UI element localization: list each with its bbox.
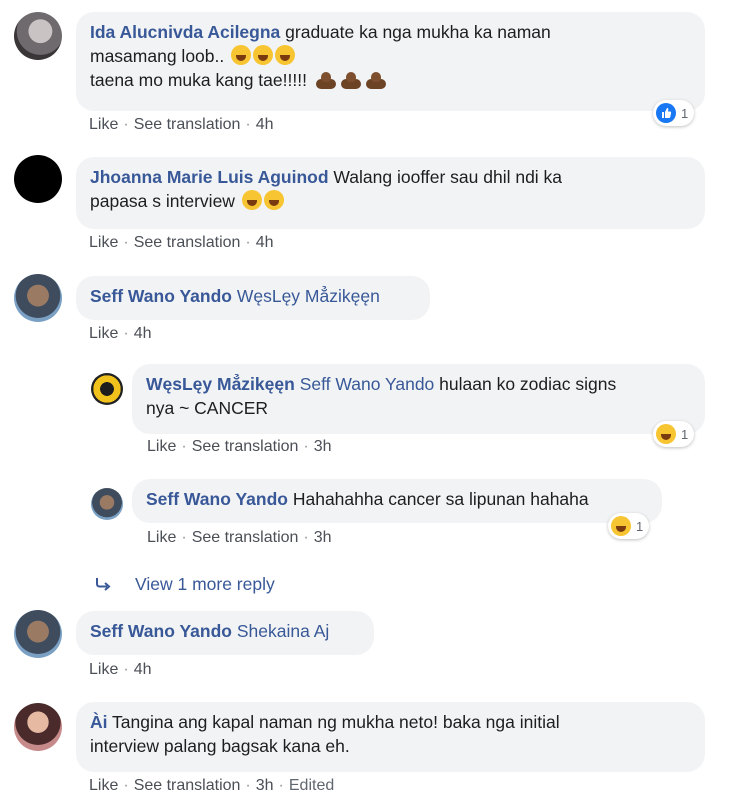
comment-bubble: Ài Tangina ang kapal naman ng mukha neto…: [76, 702, 705, 772]
comment-text: papasa s interview: [90, 191, 235, 211]
reaction-count: 1: [636, 518, 644, 534]
mention-link[interactable]: WęsLęy Mẳzikęęn: [237, 286, 380, 306]
comment-actions: Like · See translation · 4h: [89, 116, 274, 133]
reply-bubble: WęsLęy Mẳzikęęn Seff Wano Yando hulaan k…: [132, 364, 705, 434]
reply-text: Hahahahha cancer sa lipunan hahaha: [292, 489, 589, 509]
reply-text: nya ~ CANCER: [146, 398, 269, 418]
reply-author[interactable]: Seff Wano Yando: [146, 489, 288, 509]
avatar[interactable]: [14, 703, 62, 751]
reaction-badge[interactable]: 1: [653, 100, 695, 126]
tears-of-joy-icon: [275, 45, 296, 65]
avatar[interactable]: [14, 274, 62, 322]
avatar[interactable]: [91, 373, 123, 405]
timestamp[interactable]: 3h: [314, 529, 332, 546]
haha-icon: [656, 424, 676, 444]
comment-text: Walang iooffer sau dhil ndi ka: [333, 167, 563, 187]
comment-bubble: Ida Alucnivda Acilegna graduate ka nga m…: [76, 12, 705, 111]
comment-author[interactable]: Ida Alucnivda Acilegna: [90, 22, 280, 42]
like-button[interactable]: Like: [147, 529, 176, 546]
like-button[interactable]: Like: [147, 438, 176, 455]
like-button[interactable]: Like: [89, 116, 118, 133]
comment-text: Tangina ang kapal naman ng mukha neto! b…: [112, 712, 560, 732]
comment-text: masamang loob..: [90, 46, 225, 66]
reply-actions: Like · See translation · 3h: [147, 438, 332, 455]
comment-text: taena mo muka kang tae!!!!!: [90, 70, 307, 90]
reaction-count: 1: [681, 105, 689, 121]
tears-of-joy-icon: [241, 190, 262, 210]
comment-bubble: Seff Wano Yando Shekaina Aj: [76, 611, 374, 655]
like-button[interactable]: Like: [89, 234, 118, 251]
reaction-count: 1: [681, 426, 689, 442]
comment-author[interactable]: Seff Wano Yando: [90, 286, 232, 306]
reaction-badge[interactable]: 1: [653, 421, 695, 447]
avatar[interactable]: [91, 488, 123, 520]
comment-text: graduate ka nga mukha ka naman: [285, 22, 551, 42]
mention-link[interactable]: Seff Wano Yando: [300, 374, 435, 394]
reaction-badge[interactable]: 1: [608, 513, 650, 539]
poop-icon: [365, 71, 387, 89]
comment-author[interactable]: Jhoanna Marie Luis Aguinod: [90, 167, 329, 187]
reply-text: hulaan ko zodiac signs: [439, 374, 617, 394]
see-translation-link[interactable]: See translation: [134, 116, 241, 133]
timestamp[interactable]: 4h: [134, 661, 152, 678]
comment-actions: Like · See translation · 4h: [89, 234, 274, 251]
tears-of-joy-icon: [231, 45, 252, 65]
avatar[interactable]: [14, 155, 62, 203]
like-icon: [656, 103, 676, 123]
like-button[interactable]: Like: [89, 777, 118, 794]
tears-of-joy-icon: [263, 190, 284, 210]
avatar[interactable]: [14, 12, 62, 60]
edited-label: Edited: [288, 777, 335, 794]
poop-icon: [340, 71, 362, 89]
comment-author[interactable]: Ài: [90, 712, 108, 732]
tears-of-joy-icon: [253, 45, 274, 65]
comment-actions: Like · See translation · 3h · Edited: [89, 777, 335, 794]
comment-bubble: Seff Wano Yando WęsLęy Mẳzikęęn: [76, 276, 430, 320]
see-translation-link[interactable]: See translation: [192, 529, 299, 546]
reply-author[interactable]: WęsLęy Mẳzikęęn: [146, 374, 295, 394]
reply-actions: Like · See translation · 3h: [147, 529, 332, 546]
timestamp[interactable]: 3h: [314, 438, 332, 455]
comment-author[interactable]: Seff Wano Yando: [90, 621, 232, 641]
comment-text: interview palang bagsak kana eh.: [90, 736, 350, 756]
haha-icon: [611, 516, 631, 536]
reply-arrow-icon: [96, 578, 111, 591]
timestamp[interactable]: 3h: [256, 777, 274, 794]
comment-actions: Like · 4h: [89, 661, 152, 678]
view-more-replies-link[interactable]: View 1 more reply: [135, 574, 275, 595]
see-translation-link[interactable]: See translation: [192, 438, 299, 455]
avatar[interactable]: [14, 610, 62, 658]
reply-bubble: Seff Wano Yando Hahahahha cancer sa lipu…: [132, 479, 662, 523]
like-button[interactable]: Like: [89, 325, 118, 342]
timestamp[interactable]: 4h: [256, 116, 274, 133]
timestamp[interactable]: 4h: [134, 325, 152, 342]
mention-link[interactable]: Shekaina Aj: [237, 621, 329, 641]
comment-bubble: Jhoanna Marie Luis Aguinod Walang iooffe…: [76, 157, 705, 229]
poop-icon: [315, 71, 337, 89]
see-translation-link[interactable]: See translation: [134, 234, 241, 251]
see-translation-link[interactable]: See translation: [134, 777, 241, 794]
timestamp[interactable]: 4h: [256, 234, 274, 251]
comment-actions: Like · 4h: [89, 325, 152, 342]
like-button[interactable]: Like: [89, 661, 118, 678]
